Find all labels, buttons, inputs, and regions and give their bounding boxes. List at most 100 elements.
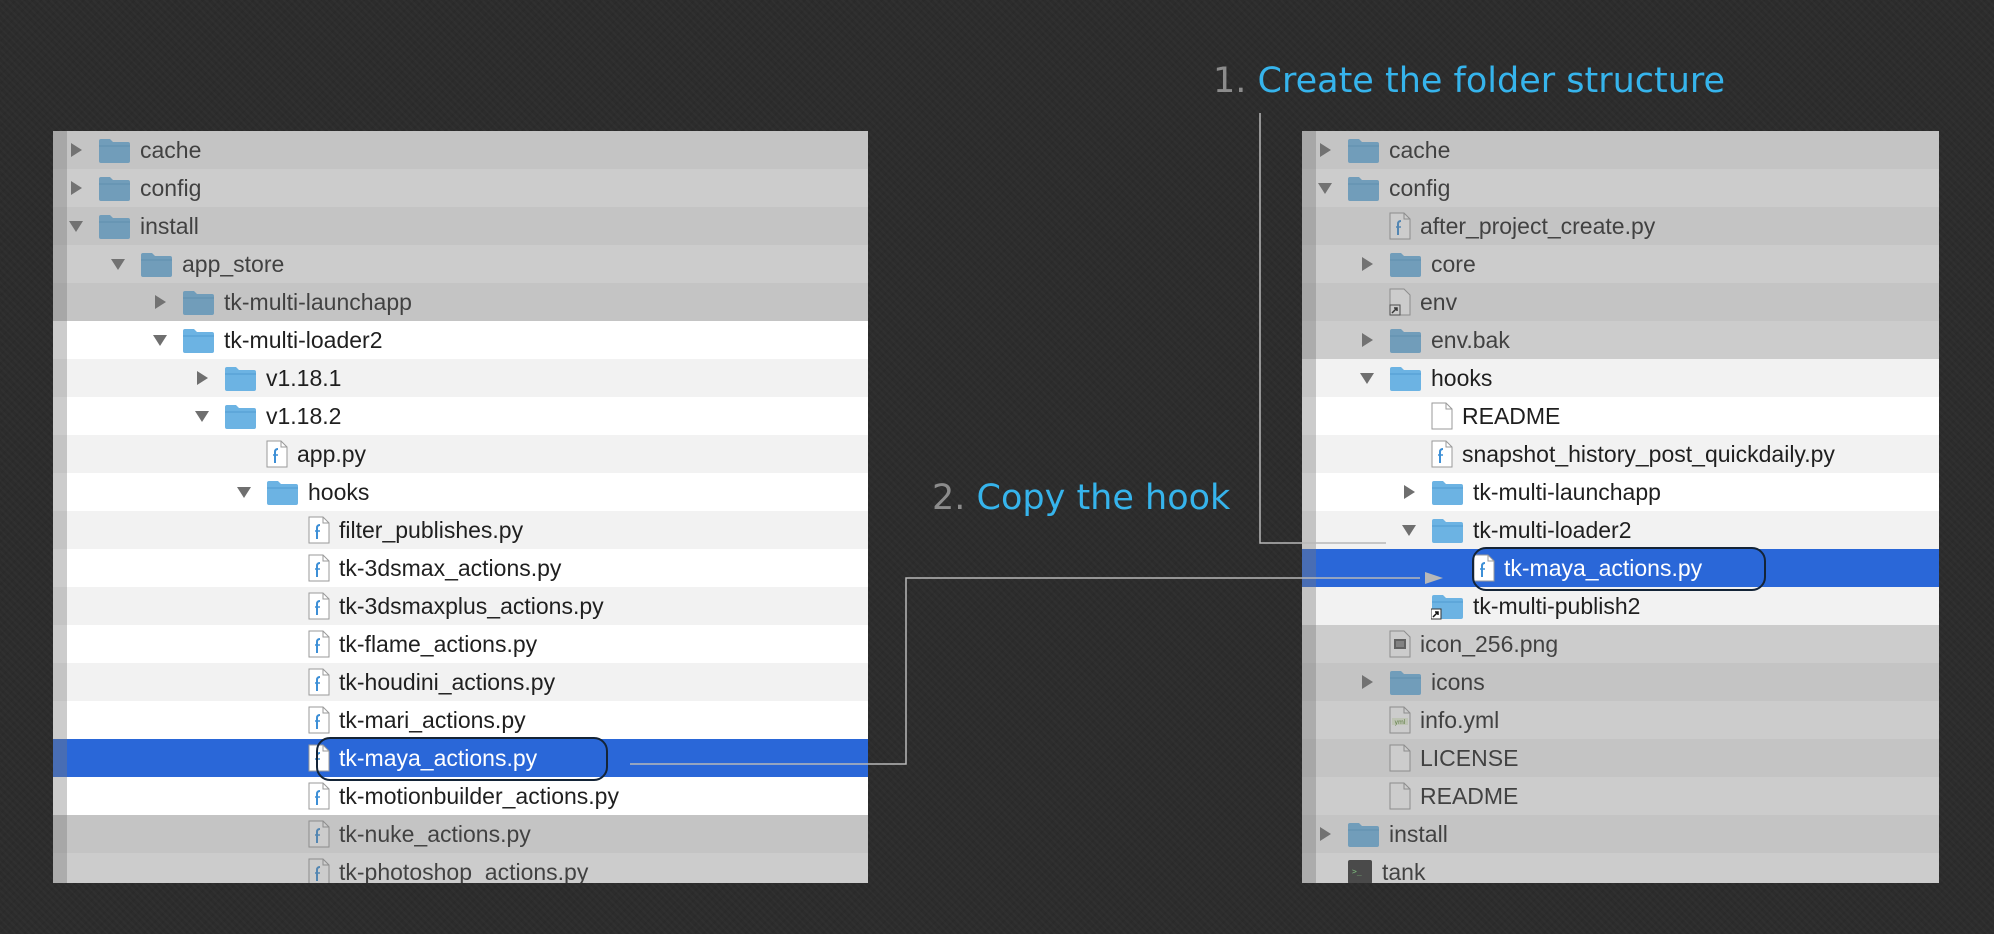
tree-row[interactable]: tk-multi-loader2	[53, 321, 868, 359]
tree-row[interactable]: install	[1302, 815, 1939, 853]
tree-row-label: icon_256.png	[1420, 631, 1559, 657]
tree-row[interactable]: yml info.yml	[1302, 701, 1939, 739]
yml-file-icon: yml	[1389, 706, 1411, 734]
folder-icon	[224, 403, 257, 430]
tree-row-label: README	[1462, 403, 1561, 429]
step2-annotation: 2. Copy the hook	[932, 478, 1230, 518]
disclosure-collapsed-icon[interactable]	[1316, 141, 1334, 159]
folder-icon	[1347, 175, 1380, 202]
python-file-icon	[1389, 212, 1411, 240]
tree-row-label: tk-3dsmaxplus_actions.py	[339, 593, 604, 619]
python-file-icon	[1431, 440, 1453, 468]
tree-row[interactable]: icon_256.png	[1302, 625, 1939, 663]
tree-row[interactable]: tk-nuke_actions.py	[53, 815, 868, 853]
tree-row[interactable]: LICENSE	[1302, 739, 1939, 777]
tree-row[interactable]: README	[1302, 777, 1939, 815]
tree-row-selected[interactable]: tk-maya_actions.py	[1302, 549, 1939, 587]
tree-row[interactable]: tk-3dsmaxplus_actions.py	[53, 587, 868, 625]
tree-row[interactable]: env.bak	[1302, 321, 1939, 359]
tree-row[interactable]: tk-multi-loader2	[1302, 511, 1939, 549]
disclosure-expanded-icon[interactable]	[1358, 369, 1376, 387]
python-file-icon	[308, 782, 330, 810]
disclosure-expanded-icon[interactable]	[67, 217, 85, 235]
tree-row[interactable]: tk-mari_actions.py	[53, 701, 868, 739]
tree-row-label: tk-houdini_actions.py	[339, 669, 556, 695]
tree-row-label: tk-3dsmax_actions.py	[339, 555, 562, 581]
folder-icon	[98, 137, 131, 164]
disclosure-collapsed-icon[interactable]	[1358, 255, 1376, 273]
tree-row[interactable]: icons	[1302, 663, 1939, 701]
disclosure-expanded-icon[interactable]	[151, 331, 169, 349]
tree-row[interactable]: README	[1302, 397, 1939, 435]
tree-row[interactable]: core	[1302, 245, 1939, 283]
disclosure-collapsed-icon[interactable]	[1358, 673, 1376, 691]
disclosure-expanded-icon[interactable]	[193, 407, 211, 425]
tree-row[interactable]: tk-photoshop_actions.py	[53, 853, 868, 883]
disclosure-expanded-icon[interactable]	[109, 255, 127, 273]
tree-row-label: tk-multi-loader2	[224, 327, 383, 353]
folder-icon	[266, 479, 299, 506]
folder-icon	[1347, 821, 1380, 848]
python-file-icon	[308, 516, 330, 544]
tree-row[interactable]: tk-flame_actions.py	[53, 625, 868, 663]
tree-row-label: tk-multi-launchapp	[1473, 479, 1661, 505]
left-file-tree: cache config install app_store tk-multi-laun…	[53, 131, 868, 883]
tree-row-label: icons	[1431, 669, 1485, 695]
tree-row-label: cache	[1389, 137, 1451, 163]
tree-row[interactable]: hooks	[53, 473, 868, 511]
folder-icon	[1389, 251, 1422, 278]
tree-row-label: after_project_create.py	[1420, 213, 1656, 239]
tree-row[interactable]: tk-multi-launchapp	[53, 283, 868, 321]
tree-row-label: tk-multi-publish2	[1473, 593, 1641, 619]
tree-row-label: tk-flame_actions.py	[339, 631, 538, 657]
step1-number: 1.	[1213, 61, 1247, 101]
tree-row[interactable]: app.py	[53, 435, 868, 473]
tree-row[interactable]: v1.18.1	[53, 359, 868, 397]
tree-row-label: app_store	[182, 251, 285, 277]
tree-row-label: env.bak	[1431, 327, 1510, 353]
python-file-icon	[308, 858, 330, 883]
tree-row-label: tk-mari_actions.py	[339, 707, 526, 733]
disclosure-collapsed-icon[interactable]	[67, 179, 85, 197]
tree-row[interactable]: tk-motionbuilder_actions.py	[53, 777, 868, 815]
disclosure-expanded-icon[interactable]	[1316, 179, 1334, 197]
tree-row-label: README	[1420, 783, 1519, 809]
svg-text:>_: >_	[1352, 867, 1362, 876]
tree-row[interactable]: filter_publishes.py	[53, 511, 868, 549]
python-file-icon	[266, 440, 288, 468]
tree-row-label: env	[1420, 289, 1458, 315]
python-file-icon	[308, 668, 330, 696]
tree-row-label: v1.18.2	[266, 403, 342, 429]
tree-row[interactable]: snapshot_history_post_quickdaily.py	[1302, 435, 1939, 473]
tree-row[interactable]: after_project_create.py	[1302, 207, 1939, 245]
tree-row[interactable]: env	[1302, 283, 1939, 321]
tree-row[interactable]: >_ tank	[1302, 853, 1939, 883]
tree-row[interactable]: cache	[53, 131, 868, 169]
tree-row[interactable]: tk-3dsmax_actions.py	[53, 549, 868, 587]
disclosure-collapsed-icon[interactable]	[1400, 483, 1418, 501]
python-file-icon	[308, 630, 330, 658]
disclosure-collapsed-icon[interactable]	[67, 141, 85, 159]
tree-row[interactable]: install	[53, 207, 868, 245]
python-file-icon	[308, 744, 330, 772]
disclosure-expanded-icon[interactable]	[235, 483, 253, 501]
executable-icon: >_	[1347, 858, 1373, 883]
tree-row[interactable]: hooks	[1302, 359, 1939, 397]
tree-row[interactable]: tk-houdini_actions.py	[53, 663, 868, 701]
disclosure-collapsed-icon[interactable]	[1316, 825, 1334, 843]
tree-row[interactable]: tk-multi-launchapp	[1302, 473, 1939, 511]
tree-row-selected[interactable]: tk-maya_actions.py	[53, 739, 868, 777]
tree-row[interactable]: v1.18.2	[53, 397, 868, 435]
disclosure-collapsed-icon[interactable]	[151, 293, 169, 311]
disclosure-collapsed-icon[interactable]	[193, 369, 211, 387]
disclosure-collapsed-icon[interactable]	[1358, 331, 1376, 349]
tree-row[interactable]: config	[1302, 169, 1939, 207]
tree-row-label: hooks	[308, 479, 370, 505]
tree-row[interactable]: config	[53, 169, 868, 207]
tree-row[interactable]: app_store	[53, 245, 868, 283]
folder-icon	[182, 327, 215, 354]
tree-row[interactable]: cache	[1302, 131, 1939, 169]
disclosure-expanded-icon[interactable]	[1400, 521, 1418, 539]
tree-row[interactable]: tk-multi-publish2	[1302, 587, 1939, 625]
folder-icon	[1347, 137, 1380, 164]
